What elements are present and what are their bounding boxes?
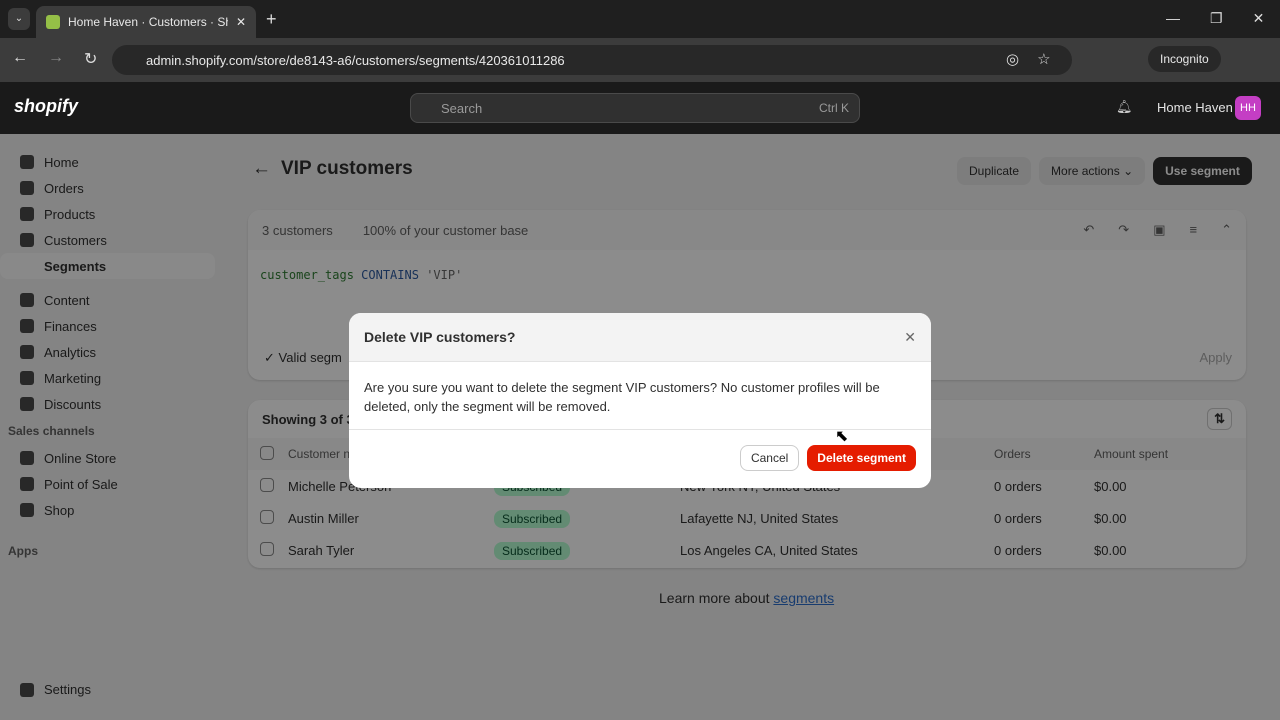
bookmark-star-icon[interactable]: ☆ (1037, 50, 1050, 68)
shopify-favicon-icon (46, 15, 60, 29)
bell-icon[interactable]: 🔔︎ (1116, 99, 1133, 115)
close-window-icon[interactable]: ✕ (1253, 10, 1265, 27)
mouse-cursor-icon: ⬉ (835, 428, 849, 445)
modal-title: Delete VIP customers? (364, 329, 516, 345)
search-placeholder: Search (441, 100, 483, 116)
close-tab-icon[interactable]: ✕ (236, 15, 246, 29)
delete-segment-modal: Delete VIP customers? ✕ Are you sure you … (349, 313, 931, 488)
search-input[interactable]: Search Ctrl K (410, 93, 860, 123)
incognito-label: Incognito (1160, 52, 1209, 66)
avatar[interactable]: HH (1235, 96, 1261, 120)
close-icon[interactable]: ✕ (904, 329, 916, 346)
incognito-badge[interactable]: Incognito (1148, 46, 1221, 72)
minimize-icon[interactable]: — (1166, 10, 1180, 27)
back-icon[interactable]: ← (12, 49, 28, 69)
reload-icon[interactable]: ↻ (84, 49, 97, 69)
tab-search-button[interactable]: ⌄ (8, 8, 30, 30)
shopify-logo[interactable]: shopify (14, 96, 78, 117)
address-bar[interactable]: admin.shopify.com/store/de8143-a6/custom… (112, 45, 1072, 75)
url-text: admin.shopify.com/store/de8143-a6/custom… (146, 52, 565, 68)
restore-icon[interactable]: ❐ (1210, 10, 1223, 27)
search-shortcut: Ctrl K (819, 101, 849, 115)
forward-icon[interactable]: → (48, 49, 64, 69)
new-tab-button[interactable]: + (266, 9, 277, 30)
eye-off-icon[interactable]: ◎ (1006, 50, 1019, 68)
delete-segment-button[interactable]: Delete segment (807, 445, 916, 471)
store-name[interactable]: Home Haven (1157, 100, 1233, 115)
browser-tab[interactable]: Home Haven · Customers · Sho ✕ (36, 6, 256, 38)
cancel-button[interactable]: Cancel (739, 445, 800, 471)
tab-title: Home Haven · Customers · Sho (68, 15, 228, 29)
modal-body: Are you sure you want to delete the segm… (349, 362, 931, 430)
